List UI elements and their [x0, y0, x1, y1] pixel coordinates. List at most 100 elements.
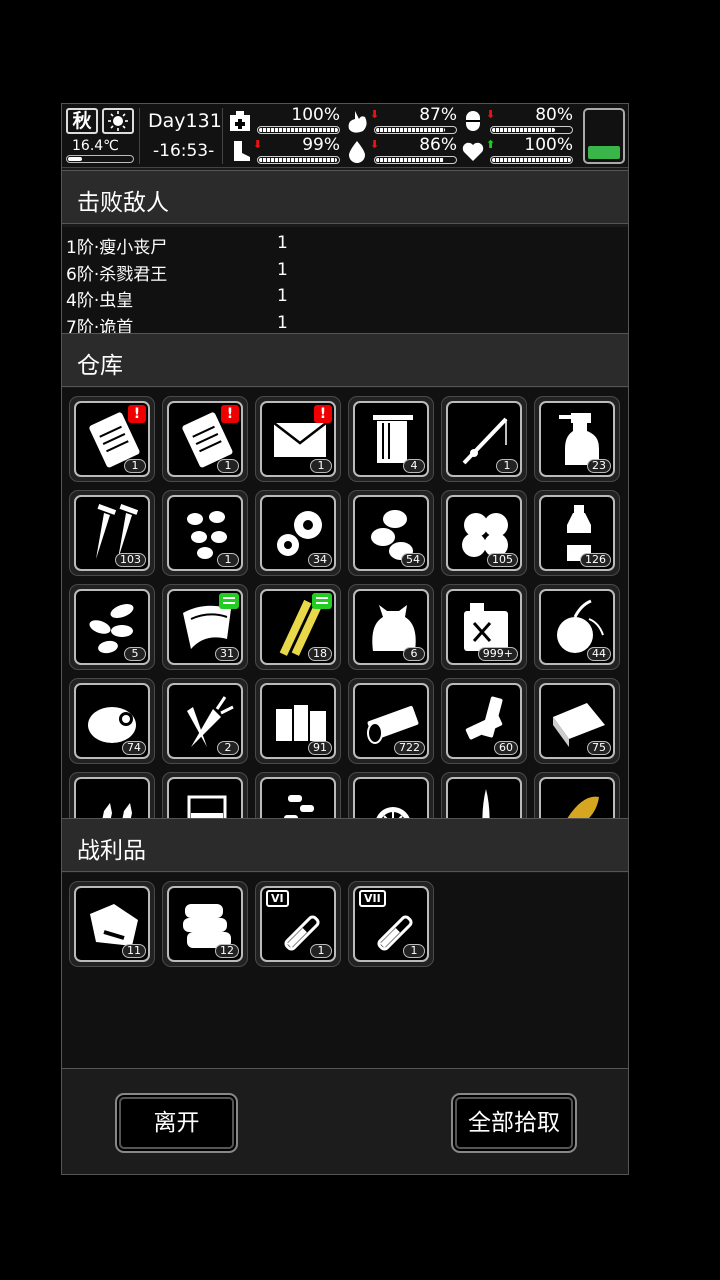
item-quantity: 722	[394, 741, 425, 755]
item-slot[interactable]: 12	[162, 881, 248, 967]
item-quantity: 4	[403, 459, 425, 473]
citrus-slice-icon	[376, 807, 410, 818]
item-slot[interactable]	[348, 772, 434, 818]
item-slot[interactable]: 91	[255, 678, 341, 764]
item-slot[interactable]: 722	[348, 678, 434, 764]
status-bar: 秋 16.4℃ Day131 -16:53- 100% ⬇ 87% ⬇ 80% …	[62, 104, 628, 168]
boot-icon	[234, 141, 250, 161]
item-slot[interactable]: 1	[441, 396, 527, 482]
stat-value: 100%	[291, 105, 340, 125]
defeated-enemies-list: 1阶·瘦小丧尸 1 6阶·杀戮君王 1 4阶·虫皇 1 7阶·诡首 1	[62, 227, 628, 333]
item-slot[interactable]: VI 1	[255, 881, 341, 967]
stat-value: 86%	[419, 135, 457, 155]
section-title: 战利品	[77, 838, 146, 864]
enemy-count: 1	[277, 312, 288, 333]
item-slot[interactable]: 103	[69, 490, 155, 576]
item-quantity: 103	[115, 553, 146, 567]
status-stat: ⬇ 99%	[228, 135, 340, 164]
tier-tag: VII	[359, 890, 386, 907]
item-slot[interactable]: 75	[534, 678, 620, 764]
status-stat: ⬇ 80%	[461, 105, 573, 134]
section-title: 击败敌人	[77, 190, 169, 216]
battery-level	[588, 146, 620, 159]
stat-bar-fill	[492, 158, 571, 162]
measuring-cup-icon	[187, 795, 227, 818]
item-slot[interactable]: 1	[162, 490, 248, 576]
sun-icon	[102, 108, 134, 134]
item-quantity: 2	[217, 741, 239, 755]
tier-tag: VI	[266, 890, 289, 907]
item-quantity: 74	[122, 741, 146, 755]
item-slot[interactable]	[255, 772, 341, 818]
day-counter: Day131	[148, 110, 222, 132]
take-all-button[interactable]: 全部拾取	[451, 1093, 577, 1153]
item-quantity: 105	[487, 553, 518, 567]
enemy-count: 1	[277, 286, 288, 306]
item-slot[interactable]: ! 1	[69, 396, 155, 482]
medkit-icon	[230, 111, 250, 131]
section-title: 仓库	[77, 353, 123, 379]
loot-header: 战利品	[62, 818, 628, 872]
enemy-name: 6阶·杀戮君王	[66, 264, 168, 285]
item-slot[interactable]	[162, 772, 248, 818]
item-slot[interactable]: 2	[162, 678, 248, 764]
list-badge-icon	[312, 593, 332, 609]
stat-bar-fill	[492, 128, 556, 132]
loot-panel: 秋 16.4℃ Day131 -16:53- 100% ⬇ 87% ⬇ 80% …	[61, 103, 629, 1175]
item-slot[interactable]: 999+	[441, 584, 527, 670]
stat-value: 87%	[419, 105, 457, 125]
stat-bar	[257, 126, 340, 134]
item-slot[interactable]	[69, 772, 155, 818]
item-slot[interactable]: 126	[534, 490, 620, 576]
item-slot[interactable]: VII 1	[348, 881, 434, 967]
item-slot[interactable]	[534, 772, 620, 818]
item-slot[interactable]: 6	[348, 584, 434, 670]
stat-value: 100%	[524, 135, 573, 155]
action-bar: 离开 全部拾取	[62, 1068, 628, 1174]
item-slot[interactable]: 23	[534, 396, 620, 482]
item-slot[interactable]: 18	[255, 584, 341, 670]
heart-icon	[462, 142, 484, 161]
enemy-name: 1阶·瘦小丧尸	[66, 238, 168, 258]
item-quantity: 1	[217, 553, 239, 567]
item-quantity: 999+	[477, 647, 518, 661]
item-quantity: 34	[308, 553, 332, 567]
item-quantity: 44	[587, 647, 611, 661]
warehouse-grid[interactable]: ! 1! 1! 1 4 1 23 103 1 34 54 105 126 5 31 18 6 999+ 44 74 2 9…	[62, 388, 628, 818]
alert-badge-icon: !	[128, 405, 146, 423]
stat-bar-fill	[259, 158, 338, 162]
item-quantity: 1	[403, 944, 425, 958]
item-slot[interactable]: 4	[348, 396, 434, 482]
item-slot[interactable]: 105	[441, 490, 527, 576]
item-slot[interactable]: ! 1	[255, 396, 341, 482]
temperature-readout: 16.4℃	[72, 138, 119, 154]
water-drop-icon	[349, 141, 365, 163]
item-slot[interactable]: 44	[534, 584, 620, 670]
game-clock: -16:53-	[153, 141, 215, 161]
stat-bar	[490, 126, 573, 134]
item-quantity: 1	[217, 459, 239, 473]
alert-badge-icon: !	[221, 405, 239, 423]
alert-badge-icon: !	[314, 405, 332, 423]
item-slot[interactable]: 34	[255, 490, 341, 576]
item-slot[interactable]: 54	[348, 490, 434, 576]
item-slot[interactable]: 60	[441, 678, 527, 764]
warehouse-header: 仓库	[62, 333, 628, 387]
bullets-icon	[102, 803, 132, 818]
item-slot[interactable]: 11	[69, 881, 155, 967]
stomach-icon	[348, 111, 367, 133]
status-stat: ⬆ 100%	[461, 135, 573, 164]
stat-value: 99%	[302, 135, 340, 155]
item-quantity: 60	[494, 741, 518, 755]
status-stat: ⬇ 87%	[345, 105, 457, 134]
loot-grid[interactable]: 11 12 VI 1 VII 1	[62, 873, 628, 1068]
item-slot[interactable]	[441, 772, 527, 818]
item-slot[interactable]: ! 1	[162, 396, 248, 482]
stat-bar	[374, 126, 457, 134]
season-indicator: 秋	[66, 108, 98, 134]
item-slot[interactable]: 5	[69, 584, 155, 670]
item-slot[interactable]: 74	[69, 678, 155, 764]
leave-button[interactable]: 离开	[115, 1093, 238, 1153]
enemy-count: 1	[277, 259, 288, 280]
item-slot[interactable]: 31	[162, 584, 248, 670]
